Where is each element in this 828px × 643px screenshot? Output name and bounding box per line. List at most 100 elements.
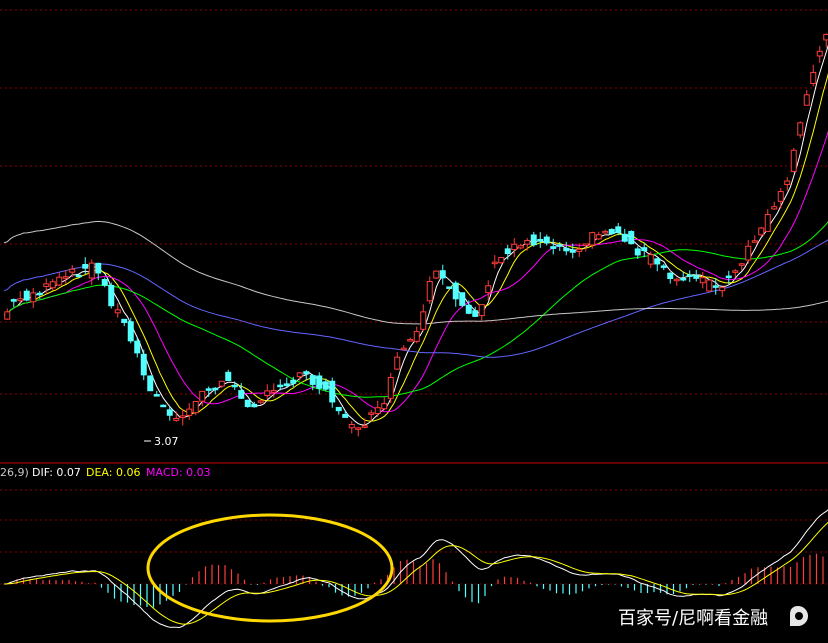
candle-body <box>121 318 128 323</box>
macd-bar <box>523 580 525 584</box>
candle-body <box>257 400 264 403</box>
macd-legend-dif: DIF: 0.07 <box>32 466 81 479</box>
macd-legend-params: 26,9) <box>0 466 29 479</box>
macd-bar <box>107 584 109 593</box>
macd-bar <box>698 584 701 585</box>
macd-bar <box>802 557 805 584</box>
macd-bar <box>419 565 421 584</box>
candle-body <box>810 71 817 85</box>
macd-bar <box>380 579 382 584</box>
candle-body <box>108 284 115 307</box>
candle-body <box>225 371 232 381</box>
macd-bar <box>94 582 96 584</box>
candle-body <box>348 423 355 429</box>
candle-body <box>680 277 687 281</box>
macd-bar <box>256 584 259 585</box>
candle-body <box>199 390 206 402</box>
moving-average-line <box>3 220 828 325</box>
macd-bar <box>328 584 330 588</box>
candle-body <box>335 406 342 412</box>
macd-bar <box>601 584 603 586</box>
candle-body <box>491 261 498 265</box>
macd-bar <box>549 584 551 591</box>
candle-body <box>62 276 69 279</box>
macd-bar <box>425 563 428 584</box>
macd-bar <box>640 584 642 593</box>
candle-body <box>569 249 576 253</box>
macd-bar <box>230 569 233 584</box>
candle-body <box>797 122 804 136</box>
candle-body <box>816 50 823 57</box>
macd-bar <box>191 577 194 584</box>
candle-body <box>478 304 485 317</box>
macd-bar <box>113 584 116 599</box>
macd-bar <box>672 584 675 595</box>
candle-body <box>251 403 258 408</box>
macd-bar <box>178 584 181 592</box>
candle-body <box>446 286 453 289</box>
candle-body <box>309 375 316 385</box>
macd-bar <box>432 559 434 584</box>
macd-bar <box>198 571 200 584</box>
moving-average-line <box>3 130 828 413</box>
candle-body <box>355 427 362 430</box>
candle-body <box>394 356 401 370</box>
candle-body <box>576 248 583 252</box>
candle-body <box>296 372 303 378</box>
macd-bar <box>224 565 226 584</box>
candle-body <box>582 243 589 246</box>
candle-body <box>771 206 778 210</box>
macd-bar <box>120 584 122 602</box>
stock-chart: 3.07 26,9) DIF: 0.07 DEA: 0.06 MACD: 0.0… <box>0 9 828 629</box>
macd-bar <box>87 583 90 584</box>
candle-body <box>634 248 641 256</box>
candle-body <box>387 376 394 399</box>
candle-body <box>264 390 271 396</box>
price-candlesticks <box>4 33 828 437</box>
candle-body <box>244 399 251 408</box>
candle-body <box>758 227 765 236</box>
macd-bar <box>211 564 213 584</box>
candle-body <box>803 94 810 106</box>
macd-bar <box>139 584 142 606</box>
candle-body <box>316 375 323 389</box>
candle-body <box>205 388 212 391</box>
moving-average-line <box>3 44 828 426</box>
macd-bar <box>471 584 473 603</box>
macd-bar <box>263 582 265 584</box>
candle-body <box>290 379 297 384</box>
candle-body <box>160 404 167 408</box>
macd-bar <box>750 568 753 584</box>
macd-bar <box>354 584 356 596</box>
macd-bar <box>269 579 272 584</box>
candle-body <box>790 149 797 172</box>
watermark: 百家号/尼啊看金融 <box>618 606 808 629</box>
candle-body <box>303 371 310 375</box>
macd-bar <box>74 581 77 584</box>
candle-body <box>374 407 381 414</box>
low-annotation: 3.07 <box>144 435 179 448</box>
macd-bar <box>217 564 220 584</box>
macd-bar <box>809 554 811 584</box>
macd-bar <box>406 559 408 584</box>
candle-body <box>23 290 30 301</box>
candle-body <box>17 298 24 302</box>
macd-bar <box>705 584 707 585</box>
macd-bar <box>503 576 506 584</box>
candle-body <box>30 292 37 303</box>
macd-bar <box>685 584 688 589</box>
candle-body <box>10 299 17 302</box>
macd-bar <box>711 584 714 585</box>
macd-bar <box>783 566 785 584</box>
candle-body <box>147 375 154 392</box>
candle-body <box>777 191 784 202</box>
candle-body <box>212 387 219 391</box>
candle-body <box>179 415 186 419</box>
macd-bar <box>529 582 532 584</box>
candle-body <box>732 270 739 273</box>
candle-body <box>134 340 141 354</box>
candle-body <box>823 33 828 41</box>
macd-bar <box>594 584 597 587</box>
candle-body <box>186 408 193 416</box>
candle-body <box>498 257 505 264</box>
